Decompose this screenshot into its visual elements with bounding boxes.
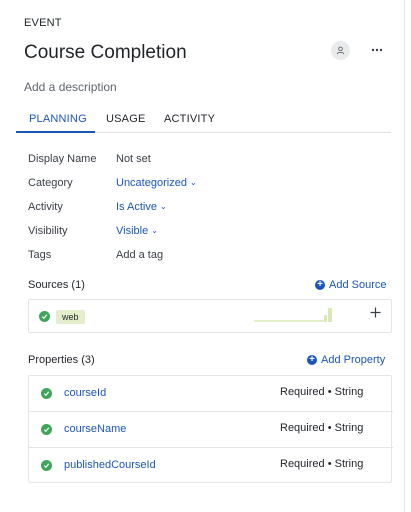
list-item[interactable]: courseId Required • String: [29, 376, 393, 412]
more-horizontal-icon: [371, 48, 383, 52]
check-circle-icon: [41, 424, 52, 435]
check-circle-icon: [41, 388, 52, 399]
add-source-label: Add Source: [329, 279, 387, 291]
property-name[interactable]: courseId: [64, 387, 106, 399]
tab-bar: PLANNING USAGE ACTIVITY: [16, 109, 391, 133]
properties-heading: Properties (3): [28, 354, 95, 366]
category-label: Category: [28, 177, 73, 189]
source-activity-sparkline: [254, 308, 332, 322]
add-property-button[interactable]: + Add Property: [307, 354, 385, 366]
list-item[interactable]: courseName Required • String: [29, 412, 393, 448]
activity-dropdown[interactable]: Is Active ⌄: [116, 201, 167, 213]
visibility-value: Visible: [116, 225, 149, 237]
add-tag-input[interactable]: Add a tag: [116, 249, 163, 261]
assignee-button[interactable]: [331, 41, 350, 60]
active-tab-indicator: [16, 131, 95, 133]
property-meta: Required • String: [280, 386, 364, 398]
event-detail-panel: EVENT Course Completion Add a descriptio…: [0, 0, 405, 512]
plus-icon: [370, 307, 381, 318]
tab-activity[interactable]: ACTIVITY: [164, 113, 215, 125]
tags-label: Tags: [28, 249, 52, 261]
activity-label: Activity: [28, 201, 63, 213]
property-name[interactable]: courseName: [64, 423, 126, 435]
add-source-button[interactable]: + Add Source: [315, 279, 386, 291]
plus-circle-icon: +: [307, 355, 317, 365]
add-property-label: Add Property: [321, 354, 386, 366]
display-name-label: Display Name: [28, 153, 97, 165]
property-meta: Required • String: [280, 422, 364, 434]
check-circle-icon: [39, 311, 50, 322]
check-circle-icon: [41, 460, 52, 471]
chevron-down-icon: ⌄: [189, 178, 197, 187]
activity-value: Is Active: [116, 201, 157, 213]
properties-card: courseId Required • String courseName Re…: [28, 375, 393, 484]
plus-circle-icon: +: [315, 280, 325, 290]
tab-planning[interactable]: PLANNING: [29, 113, 87, 125]
chevron-down-icon: ⌄: [159, 202, 167, 211]
property-meta: Required • String: [280, 458, 364, 470]
user-icon: [336, 46, 345, 55]
chevron-down-icon: ⌄: [151, 226, 158, 235]
visibility-dropdown[interactable]: Visible ⌄: [116, 225, 158, 237]
sources-heading: Sources (1): [28, 279, 85, 291]
property-name[interactable]: publishedCourseId: [64, 459, 156, 471]
list-item[interactable]: publishedCourseId Required • String: [29, 448, 393, 484]
source-badge-web[interactable]: web: [56, 310, 85, 324]
more-options-button[interactable]: [368, 44, 386, 56]
description-field[interactable]: Add a description: [24, 80, 117, 94]
display-name-value[interactable]: Not set: [116, 153, 151, 165]
add-source-event-button[interactable]: [370, 305, 381, 322]
visibility-label: Visibility: [28, 225, 68, 237]
event-type-label: EVENT: [24, 17, 62, 29]
category-dropdown[interactable]: Uncategorized ⌄: [116, 177, 197, 189]
category-value: Uncategorized: [116, 177, 187, 189]
tab-usage[interactable]: USAGE: [106, 113, 146, 125]
page-title[interactable]: Course Completion: [24, 42, 187, 64]
sources-card: web: [28, 299, 392, 333]
